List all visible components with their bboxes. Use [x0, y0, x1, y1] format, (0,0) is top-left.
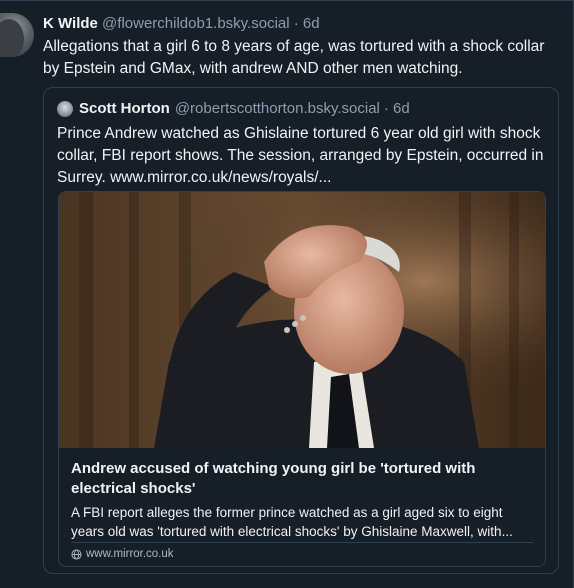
post-time[interactable]: · 6d	[294, 15, 320, 32]
link-card[interactable]: Andrew accused of watching young girl be…	[58, 191, 546, 567]
quoted-post[interactable]: Scott Horton @robertscotthorton.bsky.soc…	[43, 87, 559, 574]
post-text: Allegations that a girl 6 to 8 years of …	[43, 38, 545, 77]
quoted-author-avatar[interactable]	[57, 101, 73, 117]
author-avatar[interactable]	[0, 13, 34, 57]
link-card-title[interactable]: Andrew accused of watching young girl be…	[71, 459, 535, 499]
author-handle[interactable]: @flowerchildob1.bsky.social	[102, 15, 290, 32]
quoted-post-time[interactable]: · 6d	[384, 100, 410, 118]
globe-icon	[71, 548, 82, 560]
link-card-description: A FBI report alleges the former prince w…	[71, 505, 513, 539]
post-header: K Wilde @flowerchildob1.bsky.social · 6d	[43, 15, 565, 33]
link-card-source[interactable]: www.mirror.co.uk	[71, 547, 174, 561]
quoted-post-text: Prince Andrew watched as Ghislaine tortu…	[57, 125, 544, 186]
author-name[interactable]: K Wilde	[43, 15, 98, 32]
quoted-author-handle[interactable]: @robertscotthorton.bsky.social	[175, 100, 380, 118]
link-card-image[interactable]	[59, 192, 545, 448]
quoted-author-name[interactable]: Scott Horton	[79, 100, 170, 118]
post-content: K Wilde @flowerchildob1.bsky.social · 6d…	[43, 15, 565, 80]
post[interactable]: K Wilde @flowerchildob1.bsky.social · 6d…	[0, 0, 574, 588]
link-card-divider	[71, 542, 533, 543]
quoted-post-header: Scott Horton @robertscotthorton.bsky.soc…	[57, 100, 410, 118]
link-card-source-text: www.mirror.co.uk	[86, 548, 174, 560]
